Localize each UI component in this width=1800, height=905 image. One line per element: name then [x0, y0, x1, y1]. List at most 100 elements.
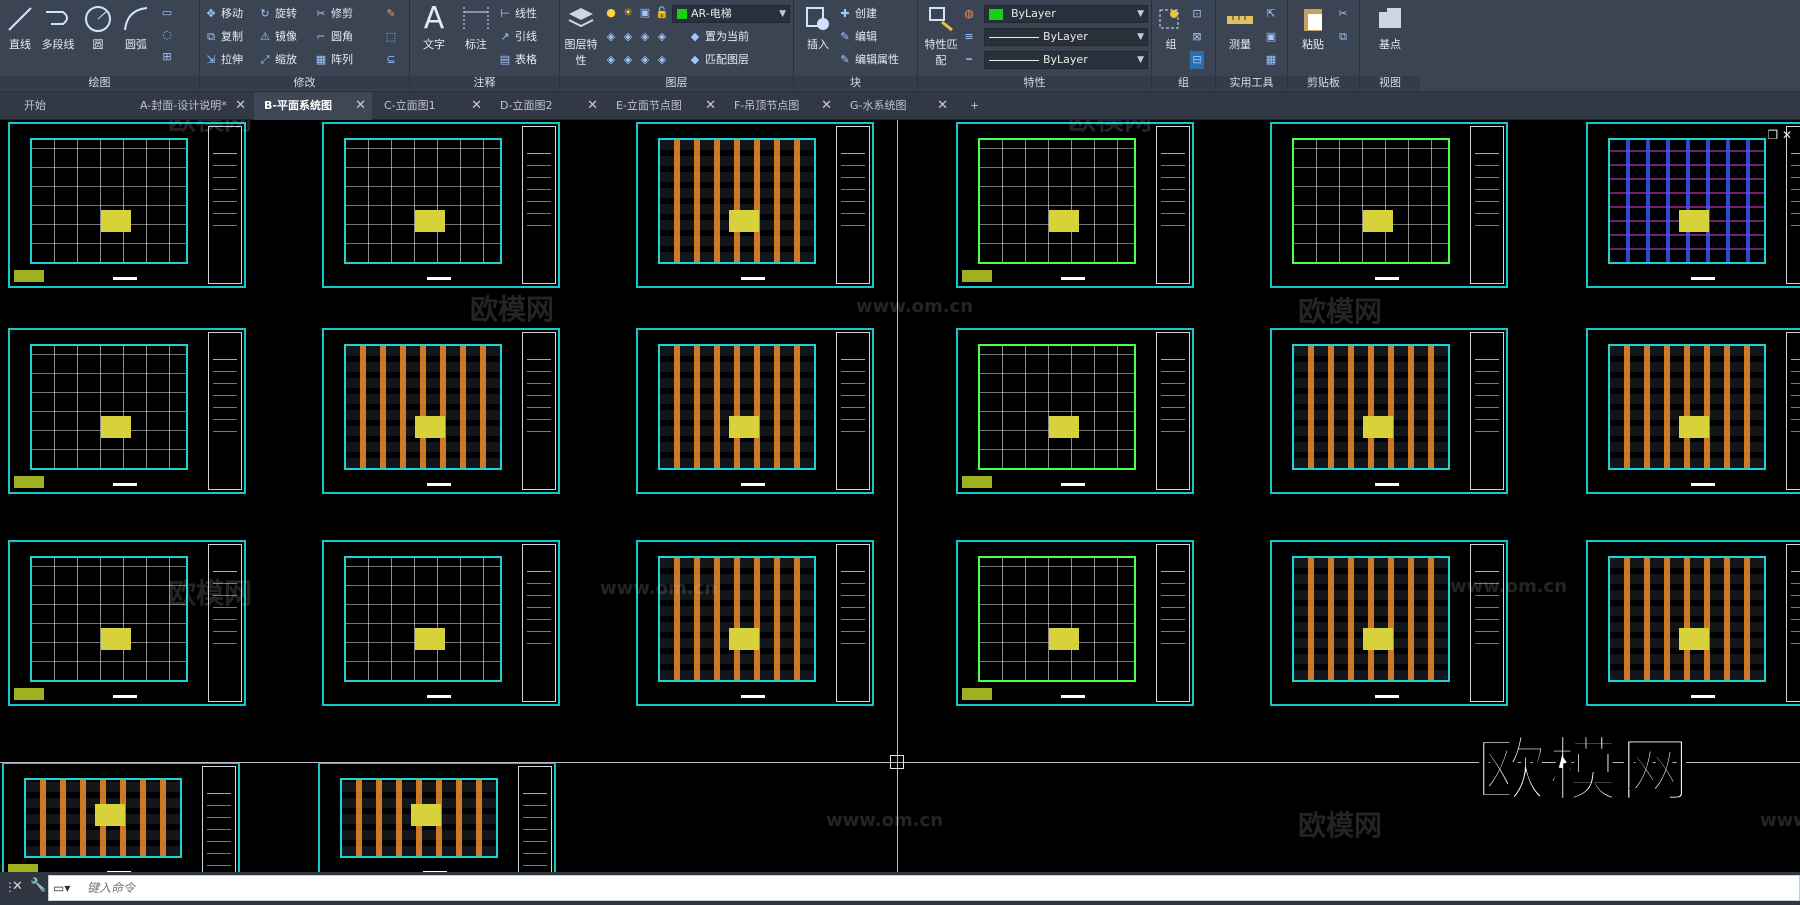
- move-tool[interactable]: ✥ 移动: [204, 5, 243, 23]
- color-wheel-icon[interactable]: ◍: [962, 5, 979, 23]
- layout-sheet[interactable]: [956, 328, 1194, 494]
- panel-draw-label[interactable]: 绘图: [0, 76, 199, 90]
- layout-sheet[interactable]: [1586, 540, 1800, 706]
- insert-block-button[interactable]: 插入: [798, 4, 838, 52]
- cut-button[interactable]: ✂: [1336, 5, 1353, 23]
- lineweight-dropdown[interactable]: ByLayer ▼: [984, 51, 1148, 69]
- copy-clip-button[interactable]: ⧉: [1336, 28, 1353, 46]
- layer-dropdown[interactable]: AR-电梯 ▼: [672, 5, 790, 23]
- erase-tool[interactable]: ✎: [384, 5, 401, 23]
- layout-sheet[interactable]: [1586, 122, 1800, 288]
- group-edit-button[interactable]: ⊠: [1190, 28, 1207, 46]
- line-tool[interactable]: 直线: [2, 4, 38, 52]
- fillet-tool[interactable]: ⌐ 圆角: [314, 28, 353, 46]
- layout-sheet[interactable]: [322, 122, 560, 288]
- layout-sheet[interactable]: [322, 328, 560, 494]
- group-select-button[interactable]: ⊟: [1190, 51, 1207, 69]
- close-icon[interactable]: ✕: [12, 879, 23, 894]
- layer-isolate-icon[interactable]: ◈: [621, 28, 635, 46]
- layout-sheet[interactable]: [636, 540, 874, 706]
- viewport-controls[interactable]: ❐ ✕: [1767, 128, 1792, 142]
- layer-lock-icon[interactable]: ◈: [655, 28, 669, 46]
- close-icon[interactable]: ✕: [1782, 128, 1792, 142]
- panel-view-label[interactable]: 视图: [1360, 76, 1420, 90]
- dimension-tool[interactable]: 标注: [456, 4, 496, 52]
- select-all-button[interactable]: ▣: [1264, 28, 1281, 46]
- set-current-button[interactable]: ◆ 置为当前: [688, 28, 749, 46]
- panel-annotation-label[interactable]: 注释: [410, 76, 559, 90]
- add-tab-button[interactable]: +: [960, 92, 988, 120]
- tab-6[interactable]: E-立面节点图 ✕: [606, 92, 722, 120]
- arc-tool[interactable]: 圆弧: [118, 4, 154, 52]
- offset-tool[interactable]: ⊆: [384, 51, 401, 69]
- layout-sheet[interactable]: [322, 540, 560, 706]
- tab-3[interactable]: B-平面系统图 ✕: [254, 92, 372, 120]
- array-tool[interactable]: ▦ 阵列: [314, 51, 353, 69]
- leader-tool[interactable]: ↗ 引线: [498, 28, 537, 46]
- panel-layers-label[interactable]: 图层: [560, 76, 793, 90]
- layer-off-icon[interactable]: ◈: [604, 28, 618, 46]
- panel-groups-label[interactable]: 组: [1152, 76, 1215, 90]
- tab-7[interactable]: F-吊顶节点图 ✕: [724, 92, 838, 120]
- panel-block-label[interactable]: 块: [794, 76, 917, 90]
- panel-clipboard-label[interactable]: 剪贴板: [1288, 76, 1359, 90]
- panel-properties-label[interactable]: 特性: [918, 76, 1151, 90]
- layout-sheet[interactable]: [2, 762, 240, 872]
- close-icon[interactable]: ✕: [587, 92, 598, 120]
- rectangle-tool[interactable]: ▭: [160, 4, 177, 22]
- circle-tool[interactable]: 圆: [80, 4, 116, 52]
- explode-tool[interactable]: ⬚: [384, 28, 401, 46]
- group-button[interactable]: 组: [1156, 4, 1186, 52]
- edit-attributes-button[interactable]: ✎ 编辑属性: [838, 51, 899, 69]
- drawing-canvas[interactable]: 欧模网欧模网www.om.cn欧模网欧模网www.om.cn欧模网www.om.…: [0, 120, 1800, 872]
- layout-sheet[interactable]: [1586, 328, 1800, 494]
- layer-unlock-icon[interactable]: ◈: [655, 51, 669, 69]
- layout-sheet[interactable]: [1270, 540, 1508, 706]
- wrench-icon[interactable]: 🔧: [30, 878, 46, 893]
- layer-match-icon[interactable]: ◈: [604, 51, 618, 69]
- layout-sheet[interactable]: [1270, 122, 1508, 288]
- close-icon[interactable]: ✕: [937, 92, 948, 120]
- hatch-tool[interactable]: ◌: [160, 26, 177, 44]
- linear-tool[interactable]: ⊢ 线性: [498, 5, 537, 23]
- paste-button[interactable]: 粘贴: [1294, 4, 1332, 52]
- match-layer-button[interactable]: ◆ 匹配图层: [688, 51, 749, 69]
- layout-sheet[interactable]: [8, 328, 246, 494]
- command-input[interactable]: [49, 876, 1799, 900]
- restore-icon[interactable]: ❐: [1767, 128, 1778, 142]
- tab-8[interactable]: G-水系统图 ✕: [840, 92, 954, 120]
- layer-merge-icon[interactable]: ◈: [638, 51, 652, 69]
- rotate-tool[interactable]: ↻ 旋转: [258, 5, 297, 23]
- layout-sheet[interactable]: [956, 122, 1194, 288]
- layer-freeze-icon[interactable]: ◈: [638, 28, 652, 46]
- ungroup-button[interactable]: ⊡: [1190, 5, 1207, 23]
- layout-sheet[interactable]: [956, 540, 1194, 706]
- scale-tool[interactable]: ⤢ 缩放: [258, 51, 297, 69]
- mirror-tool[interactable]: ⚠ 镜像: [258, 28, 297, 46]
- quick-select-button[interactable]: ⇱: [1264, 5, 1281, 23]
- stretch-tool[interactable]: ⇲ 拉伸: [204, 51, 243, 69]
- trim-tool[interactable]: ✂ 修剪: [314, 5, 353, 23]
- layout-sheet[interactable]: [636, 122, 874, 288]
- polyline-tool[interactable]: 多段线: [38, 4, 78, 52]
- color-dropdown[interactable]: ByLayer ▼: [984, 5, 1148, 23]
- text-tool[interactable]: A 文字: [414, 4, 454, 52]
- calculator-button[interactable]: ▦: [1264, 51, 1281, 69]
- tab-2[interactable]: A-封面-设计说明* ✕: [130, 92, 252, 120]
- tab-1[interactable]: 开始: [14, 92, 128, 120]
- panel-utilities-label[interactable]: 实用工具: [1216, 76, 1287, 90]
- copy-tool[interactable]: ⧉ 复制: [204, 28, 243, 46]
- layout-sheet[interactable]: [636, 328, 874, 494]
- edit-block-button[interactable]: ✎ 编辑: [838, 28, 877, 46]
- tab-5[interactable]: D-立面图2 ✕: [490, 92, 604, 120]
- layout-sheet[interactable]: [8, 122, 246, 288]
- match-properties-button[interactable]: 特性匹配: [922, 4, 960, 68]
- linetype-dropdown[interactable]: ByLayer ▼: [984, 28, 1148, 46]
- boundary-tool[interactable]: ⊞: [160, 48, 177, 66]
- close-icon[interactable]: ✕: [705, 92, 716, 120]
- close-icon[interactable]: ✕: [355, 92, 366, 120]
- layer-walk-icon[interactable]: ◈: [621, 51, 635, 69]
- command-prompt-icon[interactable]: ▭▾: [53, 881, 70, 895]
- measure-button[interactable]: 测量: [1220, 4, 1260, 52]
- panel-modify-label[interactable]: 修改: [200, 76, 409, 90]
